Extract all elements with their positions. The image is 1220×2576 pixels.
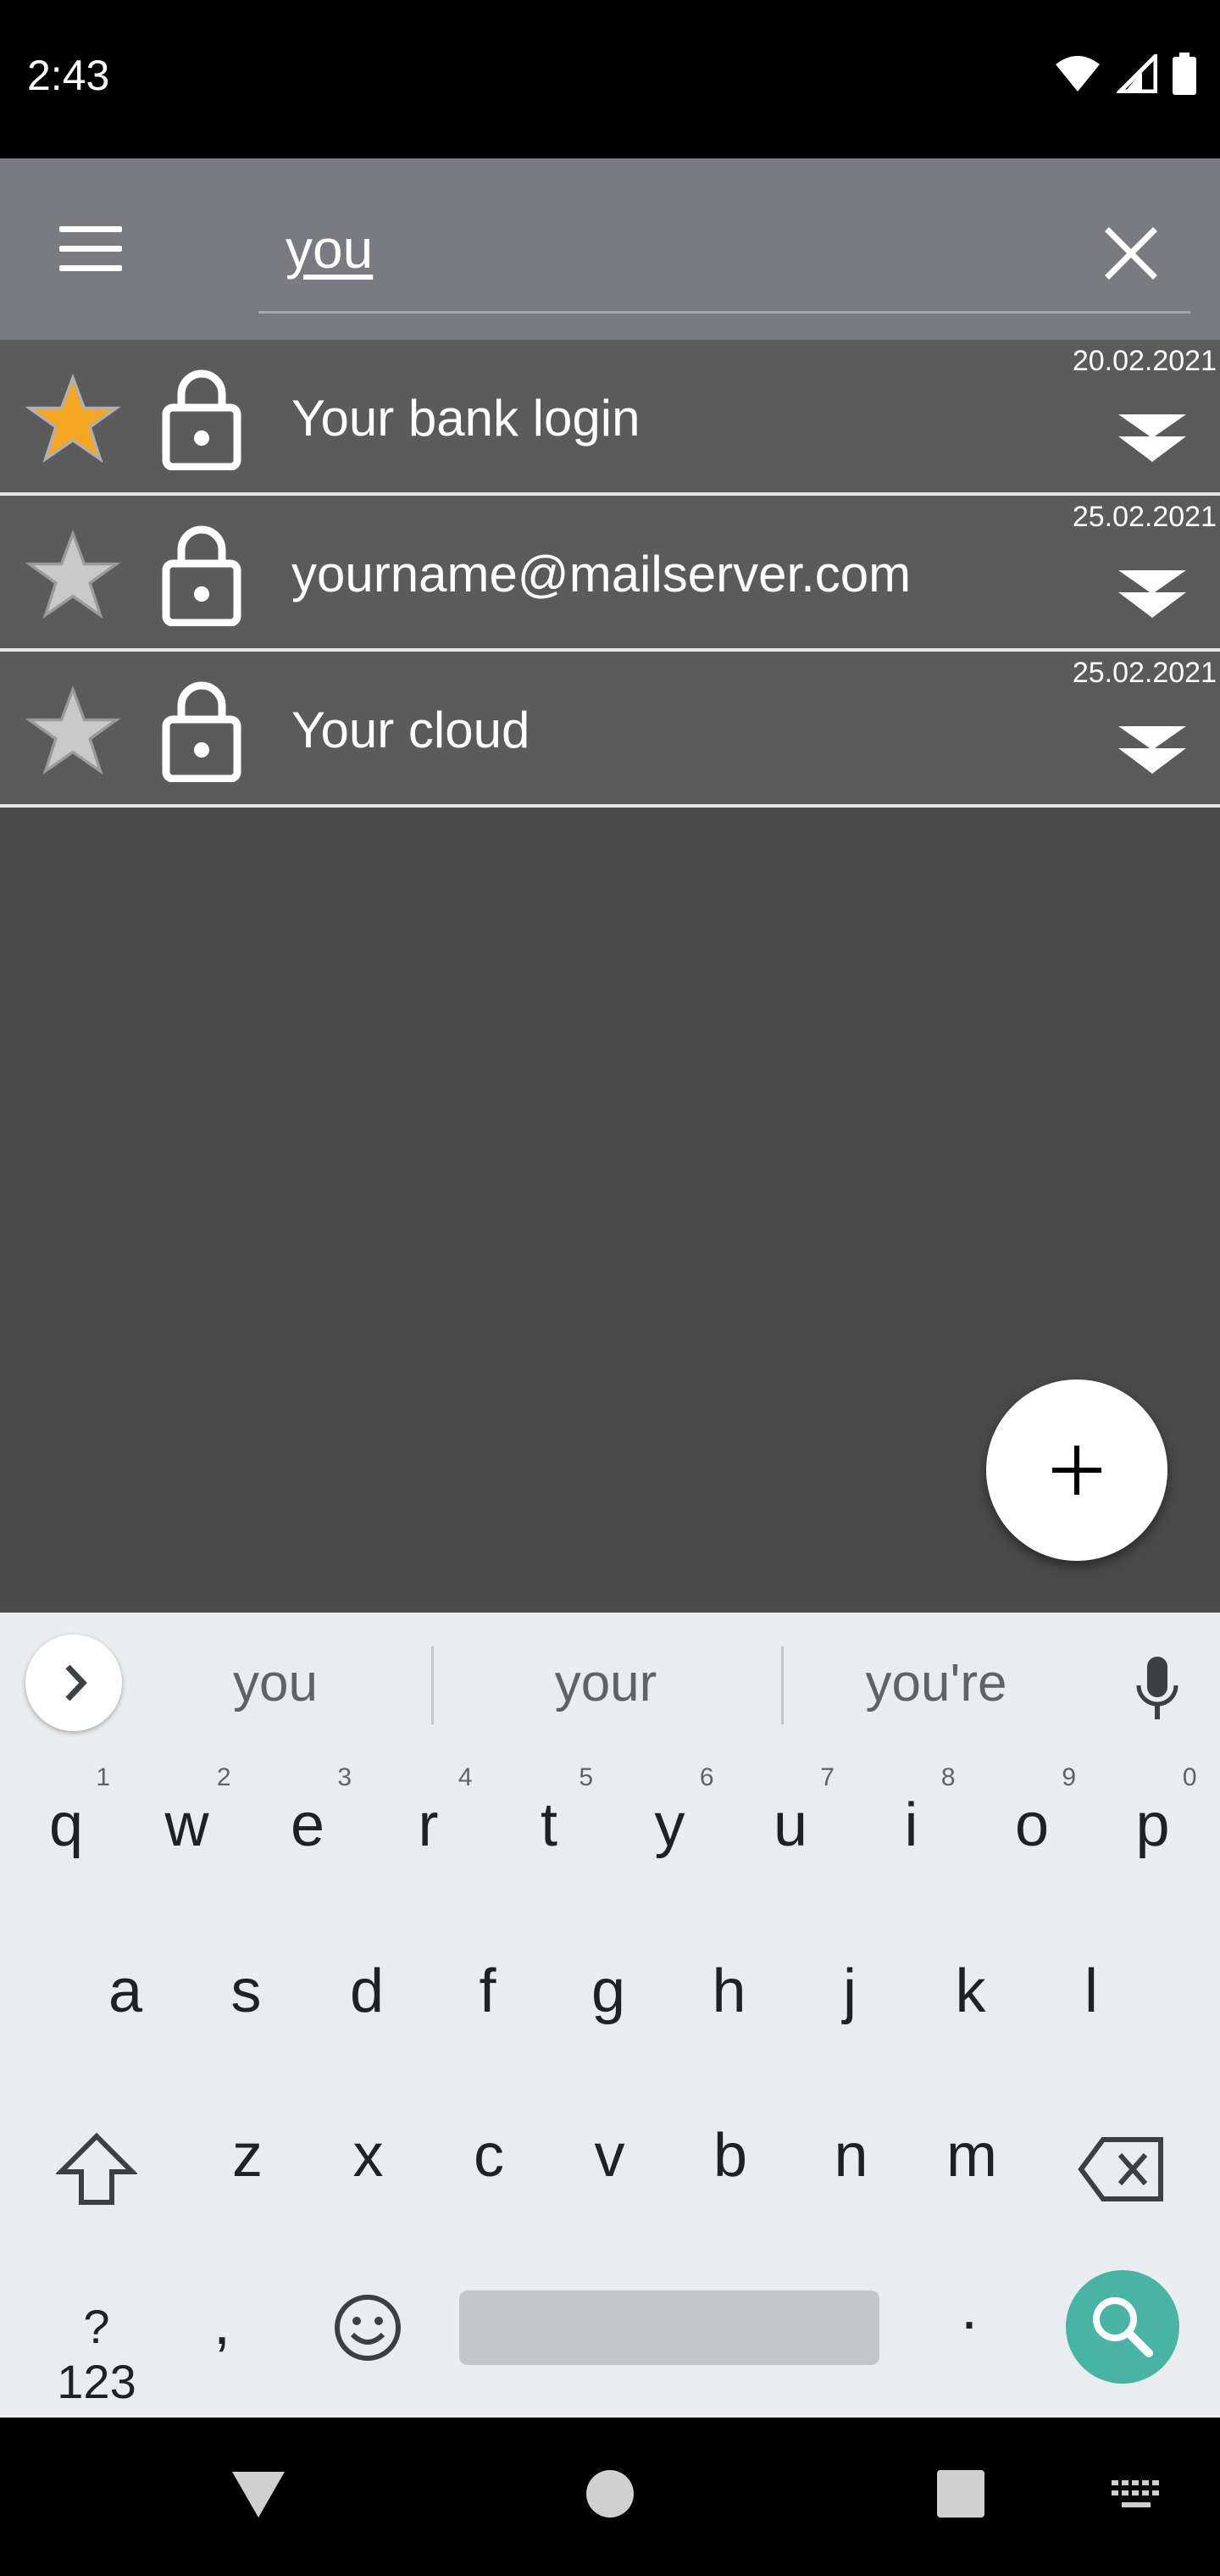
- app-bar: you: [0, 158, 1220, 340]
- key-u[interactable]: u7: [740, 1763, 841, 1860]
- key-g[interactable]: g: [557, 1957, 659, 2026]
- shift-icon[interactable]: [56, 2131, 137, 2207]
- entry-title: yourname@mailserver.com: [291, 546, 912, 602]
- suggestion-strip: you your you're: [0, 1613, 1220, 1755]
- home-icon[interactable]: [585, 2468, 635, 2519]
- key-i[interactable]: i8: [861, 1763, 962, 1860]
- key-t[interactable]: t5: [498, 1763, 600, 1860]
- key-h[interactable]: h: [679, 1957, 780, 2026]
- lock-icon: [162, 681, 241, 782]
- search-key[interactable]: [1066, 2270, 1179, 2384]
- key-s[interactable]: s: [196, 1957, 297, 2026]
- key-n[interactable]: n: [801, 2121, 902, 2190]
- microphone-icon[interactable]: [1132, 1655, 1183, 1723]
- list-item[interactable]: Your bank login 20.02.2021: [0, 340, 1220, 496]
- entry-title: Your bank login: [291, 390, 640, 447]
- search-query[interactable]: you: [286, 218, 373, 280]
- key-y[interactable]: y6: [619, 1763, 721, 1860]
- key-hint-number: 1: [96, 1763, 110, 1791]
- list-item[interactable]: yourname@mailserver.com 25.02.2021: [0, 496, 1220, 652]
- favorite-star-icon[interactable]: [25, 528, 120, 623]
- expand-chevron-icon[interactable]: [1115, 721, 1190, 777]
- key-hint-number: 8: [940, 1763, 956, 1791]
- key-hint-number: 3: [337, 1763, 352, 1791]
- entry-list: Your bank login 20.02.2021 yourname@mail…: [0, 340, 1220, 808]
- status-icons: [1054, 53, 1196, 95]
- key-hint-number: 0: [1182, 1763, 1197, 1791]
- key-f[interactable]: f: [437, 1957, 539, 2026]
- chevron-right-icon: [65, 1664, 87, 1702]
- suggestion-1[interactable]: you: [140, 1653, 411, 1713]
- list-item[interactable]: Your cloud 25.02.2021: [0, 652, 1220, 808]
- key-m[interactable]: m: [921, 2121, 1023, 2190]
- navigation-bar: [0, 2418, 1220, 2576]
- plus-icon: [1052, 1446, 1101, 1495]
- key-hint-number: 2: [216, 1763, 231, 1791]
- key-c[interactable]: c: [438, 2121, 540, 2190]
- key-z[interactable]: z: [197, 2121, 298, 2190]
- key-p[interactable]: p0: [1102, 1763, 1204, 1860]
- key-a[interactable]: a: [75, 1957, 176, 2026]
- key-j[interactable]: j: [799, 1957, 901, 2026]
- search-input[interactable]: [258, 192, 1190, 314]
- menu-icon[interactable]: [59, 226, 122, 272]
- battery-icon: [1173, 53, 1196, 95]
- key-e[interactable]: e3: [257, 1763, 358, 1860]
- expand-chevron-icon[interactable]: [1115, 409, 1190, 465]
- key-hint-number: 7: [820, 1763, 835, 1791]
- key-r[interactable]: r4: [378, 1763, 480, 1860]
- key-v[interactable]: v: [559, 2121, 661, 2190]
- entry-date: 25.02.2021: [1072, 657, 1217, 689]
- lock-icon: [162, 525, 241, 626]
- search-icon: [1093, 2297, 1153, 2357]
- back-icon[interactable]: [230, 2468, 286, 2519]
- symbols-key[interactable]: ?123: [46, 2299, 147, 2409]
- key-w[interactable]: w2: [136, 1763, 238, 1860]
- key-b[interactable]: b: [679, 2121, 781, 2190]
- favorite-star-icon[interactable]: [25, 684, 120, 779]
- entry-date: 25.02.2021: [1072, 501, 1217, 533]
- expand-chevron-icon[interactable]: [1115, 565, 1190, 621]
- status-bar: 2:43: [0, 0, 1220, 158]
- entry-title: Your cloud: [291, 702, 530, 758]
- suggestion-2[interactable]: your: [470, 1653, 741, 1713]
- key-hint-number: 9: [1062, 1763, 1076, 1791]
- key-hint-number: 6: [699, 1763, 714, 1791]
- key-k[interactable]: k: [920, 1957, 1022, 2026]
- key-q[interactable]: q1: [15, 1763, 117, 1860]
- wifi-icon: [1056, 56, 1100, 92]
- entry-date: 20.02.2021: [1072, 345, 1217, 377]
- space-bar[interactable]: [459, 2290, 879, 2365]
- key-x[interactable]: x: [318, 2121, 419, 2190]
- period-key[interactable]: .: [944, 2273, 995, 2343]
- key-hint-number: 5: [579, 1763, 593, 1791]
- emoji-icon[interactable]: [332, 2292, 403, 2363]
- keyboard-switch-icon[interactable]: [1110, 2479, 1162, 2511]
- expand-suggestions-button[interactable]: [25, 1635, 122, 1731]
- add-entry-button[interactable]: [986, 1380, 1167, 1561]
- backspace-icon[interactable]: [1078, 2136, 1164, 2202]
- key-o[interactable]: o9: [981, 1763, 1083, 1860]
- key-d[interactable]: d: [316, 1957, 418, 2026]
- lock-icon: [162, 369, 241, 470]
- comma-key[interactable]: ,: [197, 2289, 247, 2358]
- cell-signal-icon: [1117, 54, 1157, 93]
- favorite-star-icon[interactable]: [25, 372, 120, 467]
- recents-icon[interactable]: [935, 2468, 986, 2519]
- keyboard: you your you're q1w2e3r4t5y6u7i8o9p0 asd…: [0, 1613, 1220, 2418]
- key-hint-number: 4: [458, 1763, 473, 1791]
- suggestion-3[interactable]: you're: [801, 1653, 1072, 1713]
- close-icon[interactable]: [1097, 219, 1165, 287]
- status-time: 2:43: [27, 52, 110, 99]
- key-l[interactable]: l: [1040, 1957, 1142, 2026]
